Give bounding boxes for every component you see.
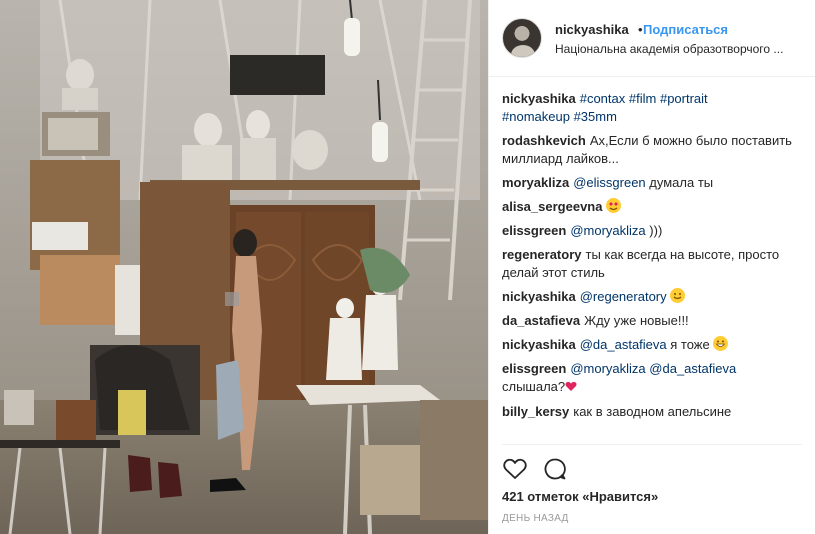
comment-username[interactable]: elissgreen — [502, 223, 566, 238]
hashtag-portrait[interactable]: #portrait — [660, 91, 708, 106]
header-dot-separator: • — [638, 22, 643, 37]
comment-username[interactable]: billy_kersy — [502, 404, 569, 419]
post-timestamp[interactable]: День назад — [502, 513, 569, 524]
likes-count[interactable]: 421 отметок «Нравится» — [502, 489, 658, 504]
comment-username[interactable]: rodashkevich — [502, 133, 586, 148]
heart-outline-icon[interactable] — [502, 456, 528, 482]
comment: elissgreen @moryakliza ))) — [502, 222, 802, 240]
comment-username[interactable]: elissgreen — [502, 361, 566, 376]
comment-username[interactable]: da_astafieva — [502, 313, 580, 328]
caption: nickyashika #contax #film #portrait #noma… — [502, 90, 802, 126]
hashtag-contax[interactable]: #contax — [580, 91, 626, 106]
hashtag-nomakeup[interactable]: #nomakeup — [502, 109, 570, 124]
comment: elissgreen @moryakliza @da_astafieva слыш… — [502, 360, 802, 397]
studio-photo-image — [0, 0, 488, 534]
author-username[interactable]: nickyashika — [555, 22, 629, 37]
author-avatar[interactable] — [502, 18, 542, 58]
comment-username[interactable]: nickyashika — [502, 337, 576, 352]
comment-text: думала ты — [649, 175, 714, 190]
post-header: nickyashika • Подписаться Національна ак… — [489, 0, 815, 77]
comment-mention[interactable]: @moryakliza — [570, 223, 645, 238]
comment-mention[interactable]: @regeneratory — [580, 289, 667, 304]
comment: rodashkevich Ах,Если б можно было постави… — [502, 132, 802, 168]
smile-emoji-icon — [670, 288, 686, 303]
comment-username[interactable]: alisa_sergeevna — [502, 199, 602, 214]
comment-text: слышала? — [502, 379, 566, 394]
comment: moryakliza @elissgreen думала ты — [502, 174, 802, 192]
comment-mention[interactable]: @elissgreen — [573, 175, 645, 190]
comment-mention[interactable]: @da_astafieva — [580, 337, 667, 352]
post-side-panel: nickyashika • Подписаться Національна ак… — [488, 0, 815, 534]
comment-username[interactable]: nickyashika — [502, 91, 576, 106]
comment: billy_kersy как в заводном апельсине — [502, 403, 802, 421]
comment: da_astafieva Жду уже новые!!! — [502, 312, 802, 330]
comment: nickyashika @da_astafieva я тоже — [502, 336, 802, 354]
comment-username[interactable]: moryakliza — [502, 175, 569, 190]
hashtag-35mm[interactable]: #35mm — [574, 109, 617, 124]
comment: nickyashika @regeneratory — [502, 288, 802, 306]
hashtag-film[interactable]: #film — [629, 91, 656, 106]
heart-eyes-emoji-icon — [606, 198, 622, 213]
comment-text: как в заводном апельсине — [573, 404, 732, 419]
comment-mention[interactable]: @moryakliza — [570, 361, 645, 376]
post-photo[interactable] — [0, 0, 488, 534]
comment-bubble-icon[interactable] — [542, 456, 568, 482]
follow-button[interactable]: Подписаться — [643, 22, 728, 37]
comment: regeneratory ты как всегда на высоте, про… — [502, 246, 802, 282]
comment-text: ))) — [649, 223, 663, 238]
comment: alisa_sergeevna — [502, 198, 802, 216]
comments-list: nickyashika #contax #film #portrait #noma… — [502, 90, 802, 427]
comment-text: я тоже — [670, 337, 710, 352]
comment-text: Жду уже новые!!! — [584, 313, 689, 328]
comment-username[interactable]: regeneratory — [502, 247, 581, 262]
heart-emoji-icon — [565, 379, 577, 397]
grin-emoji-icon — [713, 336, 729, 351]
post-location[interactable]: Національна академія образотворчого ... — [555, 42, 783, 56]
comment-username[interactable]: nickyashika — [502, 289, 576, 304]
actions-divider — [502, 444, 802, 445]
comment-mention[interactable]: @da_astafieva — [649, 361, 736, 376]
